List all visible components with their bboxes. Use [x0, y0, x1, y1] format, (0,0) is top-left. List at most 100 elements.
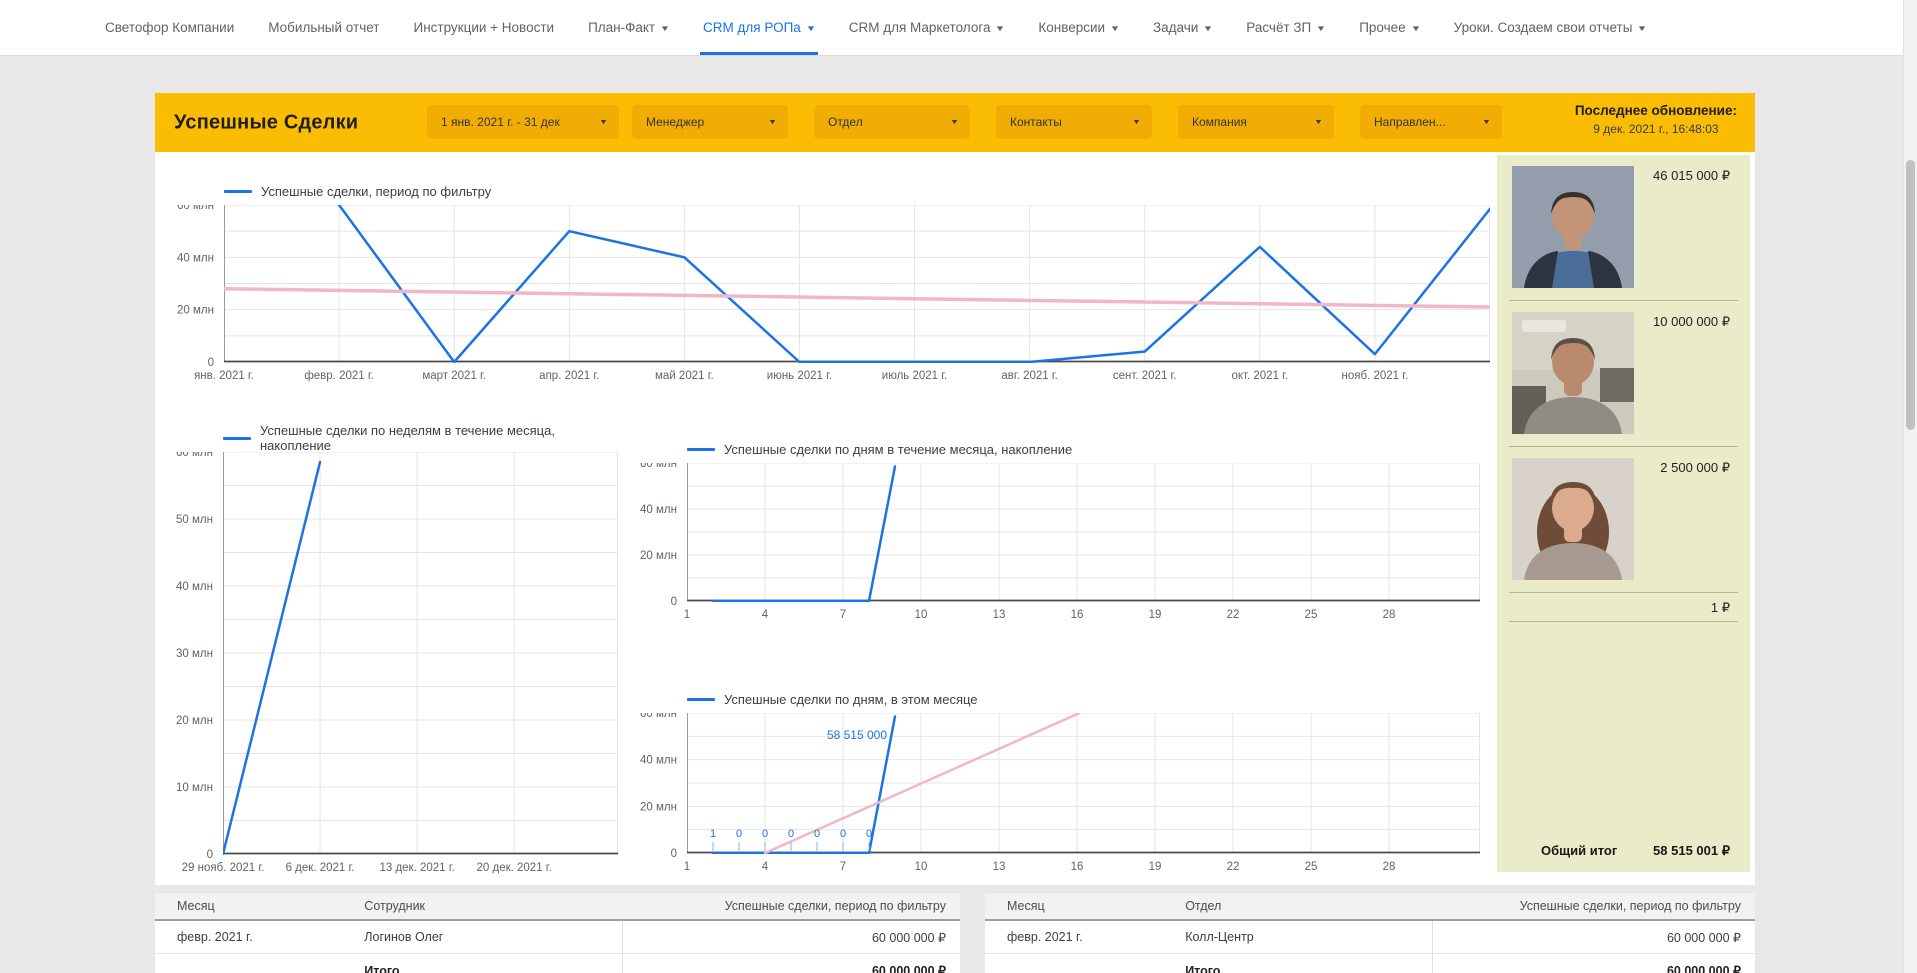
panel-total-label: Общий итог [1541, 843, 1617, 859]
managers-list: 46 015 000 ₽10 000 000 ₽2 500 000 ₽1 ₽ [1509, 155, 1738, 622]
top-nav: Светофор Компании Мобильный отчет Инструкц… [0, 0, 1917, 56]
svg-text:4: 4 [762, 609, 769, 621]
filter-label: Менеджер [646, 115, 704, 129]
nav-item-conversions[interactable]: Конверсии▼ [1038, 0, 1119, 55]
svg-text:0: 0 [866, 828, 872, 840]
daily-cumulative-chart: Успешные сделки по дням в течение месяца… [627, 435, 1480, 623]
table-cell: 60 000 000 ₽ [622, 921, 960, 953]
svg-text:60 млн: 60 млн [177, 205, 214, 212]
table-total-row: Итого60 000 000 ₽ [155, 954, 960, 973]
managers-panel: 46 015 000 ₽10 000 000 ₽2 500 000 ₽1 ₽ О… [1497, 155, 1750, 872]
svg-text:10: 10 [915, 861, 928, 873]
svg-text:40 млн: 40 млн [640, 755, 677, 767]
nav-item-label: Инструкции + Новости [413, 20, 554, 35]
nav-item-label: Мобильный отчет [268, 20, 379, 35]
nav-item-other[interactable]: Прочее ▼ [1359, 0, 1419, 55]
svg-text:30 млн: 30 млн [176, 648, 213, 660]
table-cell: 60 000 000 ₽ [1432, 921, 1755, 953]
deals-by-department-table: МесяцОтделУспешные сделки, период по фил… [985, 893, 1755, 973]
legend-label: Успешные сделки по дням в течение месяца… [724, 442, 1072, 457]
chevron-down-icon: ▼ [768, 119, 777, 126]
svg-text:60 млн: 60 млн [640, 713, 677, 720]
scrollbar-thumb[interactable] [1906, 160, 1915, 430]
table-total-row: Итого60 000 000 ₽ [985, 954, 1755, 973]
svg-text:20 млн: 20 млн [176, 715, 213, 727]
svg-text:май 2021 г.: май 2021 г. [655, 370, 714, 382]
total-value: 60 000 000 ₽ [622, 954, 960, 973]
panel-total: Общий итог 58 515 001 ₽ [1509, 843, 1738, 859]
nav-item-lessons[interactable]: Уроки. Создаем свои отчеты▼ [1454, 0, 1647, 55]
nav-items: Светофор Компании Мобильный отчет Инструкц… [105, 0, 1680, 55]
report-header: Успешные Сделки 1 янв. 2021 г. - 31 дек▼… [155, 93, 1755, 152]
svg-text:6 дек. 2021 г.: 6 дек. 2021 г. [286, 862, 355, 874]
svg-text:0: 0 [671, 596, 677, 608]
nav-item-crm-marketer[interactable]: CRM для Маркетолога▼ [849, 0, 1005, 55]
svg-text:40 млн: 40 млн [176, 581, 213, 593]
last-update-label: Последнее обновление: [1575, 103, 1737, 118]
nav-item-tasks[interactable]: Задачи▼ [1153, 0, 1212, 55]
svg-text:июнь 2021 г.: июнь 2021 г. [767, 370, 832, 382]
chevron-down-icon: ▼ [1637, 25, 1648, 33]
nav-item-label: Конверсии [1038, 20, 1105, 35]
filter-label: Отдел [828, 115, 863, 129]
svg-text:22: 22 [1227, 609, 1240, 621]
svg-text:19: 19 [1149, 861, 1162, 873]
filter-direction[interactable]: Направлен...▼ [1360, 105, 1502, 139]
svg-text:20 млн: 20 млн [177, 305, 214, 317]
svg-text:июль 2021 г.: июль 2021 г. [882, 370, 947, 382]
svg-text:1: 1 [684, 609, 690, 621]
line-chart-svg: 010 млн20 млн30 млн40 млн50 млн60 млн29 … [163, 452, 618, 876]
filter-contacts[interactable]: Контакты▼ [996, 105, 1152, 139]
svg-text:58 515 000: 58 515 000 [827, 728, 887, 742]
svg-text:янв. 2021 г.: янв. 2021 г. [194, 370, 254, 382]
svg-text:7: 7 [840, 609, 846, 621]
svg-text:13: 13 [993, 609, 1006, 621]
filter-manager[interactable]: Менеджер ▼ [632, 105, 788, 139]
legend-line-swatch [224, 190, 252, 193]
chevron-down-icon: ▼ [1314, 119, 1323, 126]
nav-item-salary[interactable]: Расчёт ЗП▼ [1246, 0, 1325, 55]
filter-company[interactable]: Компания▼ [1178, 105, 1334, 139]
svg-text:сент. 2021 г.: сент. 2021 г. [1113, 370, 1177, 382]
nav-item-plan-fact[interactable]: План-Факт▼ [588, 0, 669, 55]
chevron-down-icon: ▼ [805, 25, 816, 33]
table-cell: Логинов Олег [364, 930, 622, 944]
nav-item-label: Прочее [1359, 20, 1405, 35]
nav-item-label: План-Факт [588, 20, 655, 35]
svg-text:нояб. 2021 г.: нояб. 2021 г. [1342, 370, 1409, 382]
svg-text:60 млн: 60 млн [640, 463, 677, 470]
svg-text:0: 0 [762, 828, 768, 840]
svg-text:13 дек. 2021 г.: 13 дек. 2021 г. [379, 862, 454, 874]
svg-text:29 нояб. 2021 г.: 29 нояб. 2021 г. [182, 862, 265, 874]
svg-text:25: 25 [1305, 609, 1318, 621]
chart-legend: Успешные сделки по дням в течение месяца… [627, 435, 1480, 463]
column-header: Месяц [155, 899, 364, 913]
svg-text:0: 0 [840, 828, 846, 840]
svg-text:0: 0 [814, 828, 820, 840]
filter-date-range[interactable]: 1 янв. 2021 г. - 31 дек ▼ [427, 105, 619, 139]
svg-text:1: 1 [710, 828, 716, 840]
panel-total-value: 58 515 001 ₽ [1653, 843, 1730, 859]
scrollbar-track[interactable] [1903, 0, 1917, 973]
weekly-cumulative-chart: Успешные сделки по неделям в течение мес… [163, 424, 618, 876]
column-header: Отдел [1185, 899, 1431, 913]
manager-amount: 1 ₽ [1711, 600, 1730, 616]
legend-label: Успешные сделки по неделям в течение мес… [260, 423, 618, 453]
legend-label: Успешные сделки, период по фильтру [261, 184, 491, 199]
nav-item-mobile-report[interactable]: Мобильный отчет [268, 0, 379, 55]
column-header: Месяц [985, 899, 1185, 913]
legend-label: Успешные сделки по дням, в этом месяце [724, 692, 978, 707]
filter-label: 1 янв. 2021 г. - 31 дек [441, 115, 560, 129]
svg-text:13: 13 [993, 861, 1006, 873]
line-chart-svg: 020 млн40 млн60 млнянв. 2021 г.февр. 202… [164, 205, 1490, 384]
nav-item-svetofor[interactable]: Светофор Компании [105, 0, 234, 55]
total-value: 60 000 000 ₽ [1432, 954, 1755, 973]
filter-department[interactable]: Отдел▼ [814, 105, 970, 139]
chevron-down-icon: ▼ [599, 119, 608, 126]
svg-text:7: 7 [840, 861, 846, 873]
chevron-down-icon: ▼ [1410, 25, 1421, 33]
nav-item-crm-ropa[interactable]: CRM для РОПа▼ [703, 0, 815, 55]
svg-text:0: 0 [736, 828, 742, 840]
nav-item-instructions-news[interactable]: Инструкции + Новости [413, 0, 554, 55]
svg-text:20 дек. 2021 г.: 20 дек. 2021 г. [477, 862, 552, 874]
